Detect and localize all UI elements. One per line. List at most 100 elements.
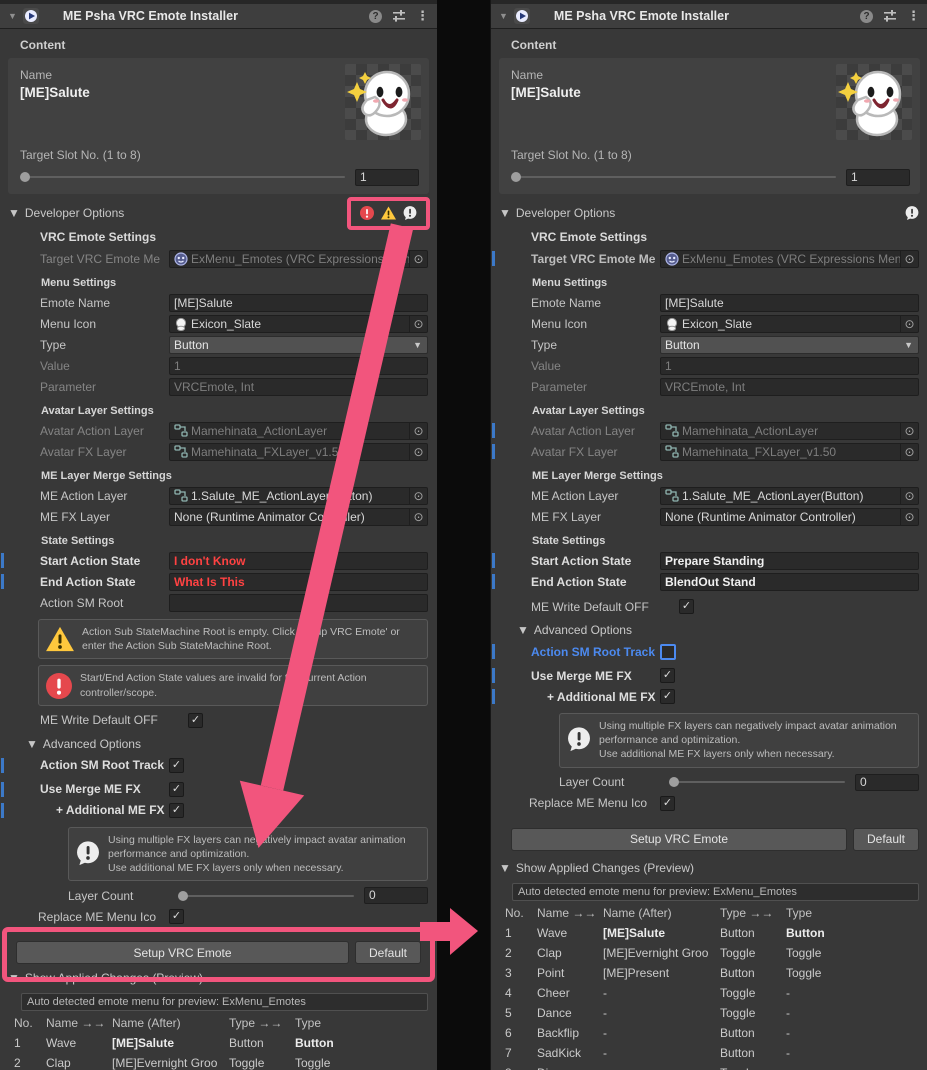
action-sm-root-track-checkbox[interactable] xyxy=(660,644,676,660)
component-header[interactable]: ▼ ME Psha VRC Emote Installer ? ⋮ xyxy=(491,0,927,29)
action-sm-root-field[interactable] xyxy=(169,594,428,612)
slider-knob[interactable] xyxy=(178,891,188,901)
object-picker-icon[interactable]: ⊙ xyxy=(900,251,918,267)
object-picker-icon[interactable]: ⊙ xyxy=(900,444,918,460)
setup-vrc-emote-button[interactable]: Setup VRC Emote xyxy=(511,828,847,851)
developer-options-foldout[interactable]: ▼ Developer Options xyxy=(0,202,437,224)
layer-count-slider[interactable] xyxy=(669,781,845,783)
additional-me-fx-checkbox[interactable]: ✓ xyxy=(169,803,184,818)
menu-icon-field[interactable]: Exicon_Slate ⊙ xyxy=(169,315,428,333)
use-merge-me-fx-checkbox[interactable]: ✓ xyxy=(660,668,675,683)
avatar-fx-layer-field[interactable]: Mamehinata_FXLayer_v1.50 ⊙ xyxy=(169,443,428,461)
foldout-icon[interactable]: ▼ xyxy=(8,11,17,21)
emote-name-field[interactable]: [ME]Salute xyxy=(169,294,428,312)
default-button[interactable]: Default xyxy=(853,828,919,851)
help-icon[interactable]: ? xyxy=(860,10,873,23)
object-picker-icon[interactable]: ⊙ xyxy=(409,251,427,267)
table-cell-name: Wave xyxy=(537,926,603,940)
target-slot-value[interactable]: 1 xyxy=(355,169,419,186)
me-fx-layer-field[interactable]: None (Runtime Animator Controller) ⊙ xyxy=(169,508,428,526)
target-slot-value[interactable]: 1 xyxy=(846,169,910,186)
object-picker-icon[interactable]: ⊙ xyxy=(409,423,427,439)
replace-me-menu-checkbox[interactable]: ✓ xyxy=(169,909,184,924)
slider-knob[interactable] xyxy=(511,172,521,182)
menu-icon-field[interactable]: Exicon_Slate ⊙ xyxy=(660,315,919,333)
layer-count-slider[interactable] xyxy=(178,895,354,897)
me-write-default-checkbox[interactable]: ✓ xyxy=(679,599,694,614)
start-action-state-field[interactable]: I don't Know xyxy=(169,552,428,570)
type-dropdown[interactable]: Button ▼ xyxy=(169,336,428,354)
object-picker-icon[interactable]: ⊙ xyxy=(900,423,918,439)
foldout-icon[interactable]: ▼ xyxy=(517,623,529,637)
target-slot-slider[interactable] xyxy=(20,176,345,178)
me-write-default-checkbox[interactable]: ✓ xyxy=(188,713,203,728)
layer-count-value[interactable]: 0 xyxy=(364,887,428,904)
slider-knob[interactable] xyxy=(669,777,679,787)
me-write-default-row: ME Write Default OFF ✓ xyxy=(491,596,927,617)
object-picker-icon[interactable]: ⊙ xyxy=(409,488,427,504)
show-applied-changes-foldout[interactable]: ▼ Show Applied Changes (Preview) xyxy=(491,857,927,879)
slider-knob[interactable] xyxy=(20,172,30,182)
presets-icon[interactable] xyxy=(392,9,406,23)
content-box: Name [ME]Salute Target Slot No. (1 to 8)… xyxy=(499,58,920,194)
state-settings-heading: State Settings xyxy=(491,527,927,550)
avatar-action-layer-field[interactable]: Mamehinata_ActionLayer ⊙ xyxy=(169,422,428,440)
target-vrc-emote-menu-field[interactable]: ExMenu_Emotes (VRC Expressions Menu) ⊙ xyxy=(169,250,428,268)
table-row: 1Wave[ME]SaluteButtonButton xyxy=(505,923,919,943)
avatar-fx-layer-field[interactable]: Mamehinata_FXLayer_v1.50 ⊙ xyxy=(660,443,919,461)
emote-name-field[interactable]: [ME]Salute xyxy=(660,294,919,312)
use-merge-me-fx-row: Use Merge ME FX ✓ xyxy=(491,665,927,686)
me-action-layer-field[interactable]: 1.Salute_ME_ActionLayer(Button) ⊙ xyxy=(169,487,428,505)
replace-me-menu-row: Replace ME Menu Ico ✓ xyxy=(491,793,927,814)
advanced-options-foldout[interactable]: ▼ Advanced Options xyxy=(0,733,437,755)
target-slot-slider[interactable] xyxy=(511,176,836,178)
avatar-action-layer-field[interactable]: Mamehinata_ActionLayer ⊙ xyxy=(660,422,919,440)
me-action-layer-field[interactable]: 1.Salute_ME_ActionLayer(Button) ⊙ xyxy=(660,487,919,505)
content-heading: Content xyxy=(491,29,927,56)
foldout-icon[interactable]: ▼ xyxy=(499,206,511,220)
me-fx-layer-field[interactable]: None (Runtime Animator Controller) ⊙ xyxy=(660,508,919,526)
object-picker-icon[interactable]: ⊙ xyxy=(409,444,427,460)
additional-me-fx-checkbox[interactable]: ✓ xyxy=(660,689,675,704)
setup-vrc-emote-button[interactable]: Setup VRC Emote xyxy=(16,941,349,964)
default-button[interactable]: Default xyxy=(355,941,421,964)
value-row: Value 1 xyxy=(491,355,927,376)
menu-icon-row: Menu Icon Exicon_Slate ⊙ xyxy=(0,313,437,334)
foldout-icon[interactable]: ▼ xyxy=(8,206,20,220)
object-picker-icon[interactable]: ⊙ xyxy=(409,316,427,332)
table-cell-after: [ME]Evernight Groo xyxy=(112,1056,229,1070)
layer-count-value[interactable]: 0 xyxy=(855,774,919,791)
object-picker-icon[interactable]: ⊙ xyxy=(900,488,918,504)
table-cell-type: Button xyxy=(720,1026,786,1040)
type-dropdown[interactable]: Button ▼ xyxy=(660,336,919,354)
emote-name-row: Emote Name [ME]Salute xyxy=(0,292,437,313)
menu-settings-heading: Menu Settings xyxy=(491,269,927,292)
developer-options-foldout[interactable]: ▼ Developer Options xyxy=(491,202,927,224)
target-vrc-emote-menu-field[interactable]: ExMenu_Emotes (VRC Expressions Menu) ⊙ xyxy=(660,250,919,268)
end-action-state-field[interactable]: BlendOut Stand xyxy=(660,573,919,591)
object-picker-icon[interactable]: ⊙ xyxy=(409,509,427,525)
foldout-icon[interactable]: ▼ xyxy=(499,861,511,875)
action-sm-root-track-checkbox[interactable]: ✓ xyxy=(169,758,184,773)
warning-helpbox: Action Sub StateMachine Root is empty. C… xyxy=(38,619,428,659)
object-picker-icon[interactable]: ⊙ xyxy=(900,316,918,332)
replace-me-menu-checkbox[interactable]: ✓ xyxy=(660,796,675,811)
presets-icon[interactable] xyxy=(883,9,897,23)
replace-me-menu-row: Replace ME Menu Ico ✓ xyxy=(0,906,437,927)
table-cell-no: 2 xyxy=(14,1056,46,1070)
advanced-options-foldout[interactable]: ▼ Advanced Options xyxy=(491,619,927,641)
kebab-menu-icon[interactable]: ⋮ xyxy=(416,8,429,24)
kebab-menu-icon[interactable]: ⋮ xyxy=(907,8,920,24)
help-icon[interactable]: ? xyxy=(369,10,382,23)
component-header[interactable]: ▼ ME Psha VRC Emote Installer ? ⋮ xyxy=(0,0,437,29)
end-action-state-field[interactable]: What Is This xyxy=(169,573,428,591)
object-picker-icon[interactable]: ⊙ xyxy=(900,509,918,525)
foldout-icon[interactable]: ▼ xyxy=(26,737,38,751)
me-fx-layer-row: ME FX Layer None (Runtime Animator Contr… xyxy=(491,506,927,527)
use-merge-me-fx-checkbox[interactable]: ✓ xyxy=(169,782,184,797)
table-cell-no: 3 xyxy=(505,966,537,980)
chevron-down-icon: ▼ xyxy=(904,340,913,350)
foldout-icon[interactable]: ▼ xyxy=(499,11,508,21)
target-slot-label: Target Slot No. (1 to 8) xyxy=(511,148,632,162)
start-action-state-field[interactable]: Prepare Standing xyxy=(660,552,919,570)
